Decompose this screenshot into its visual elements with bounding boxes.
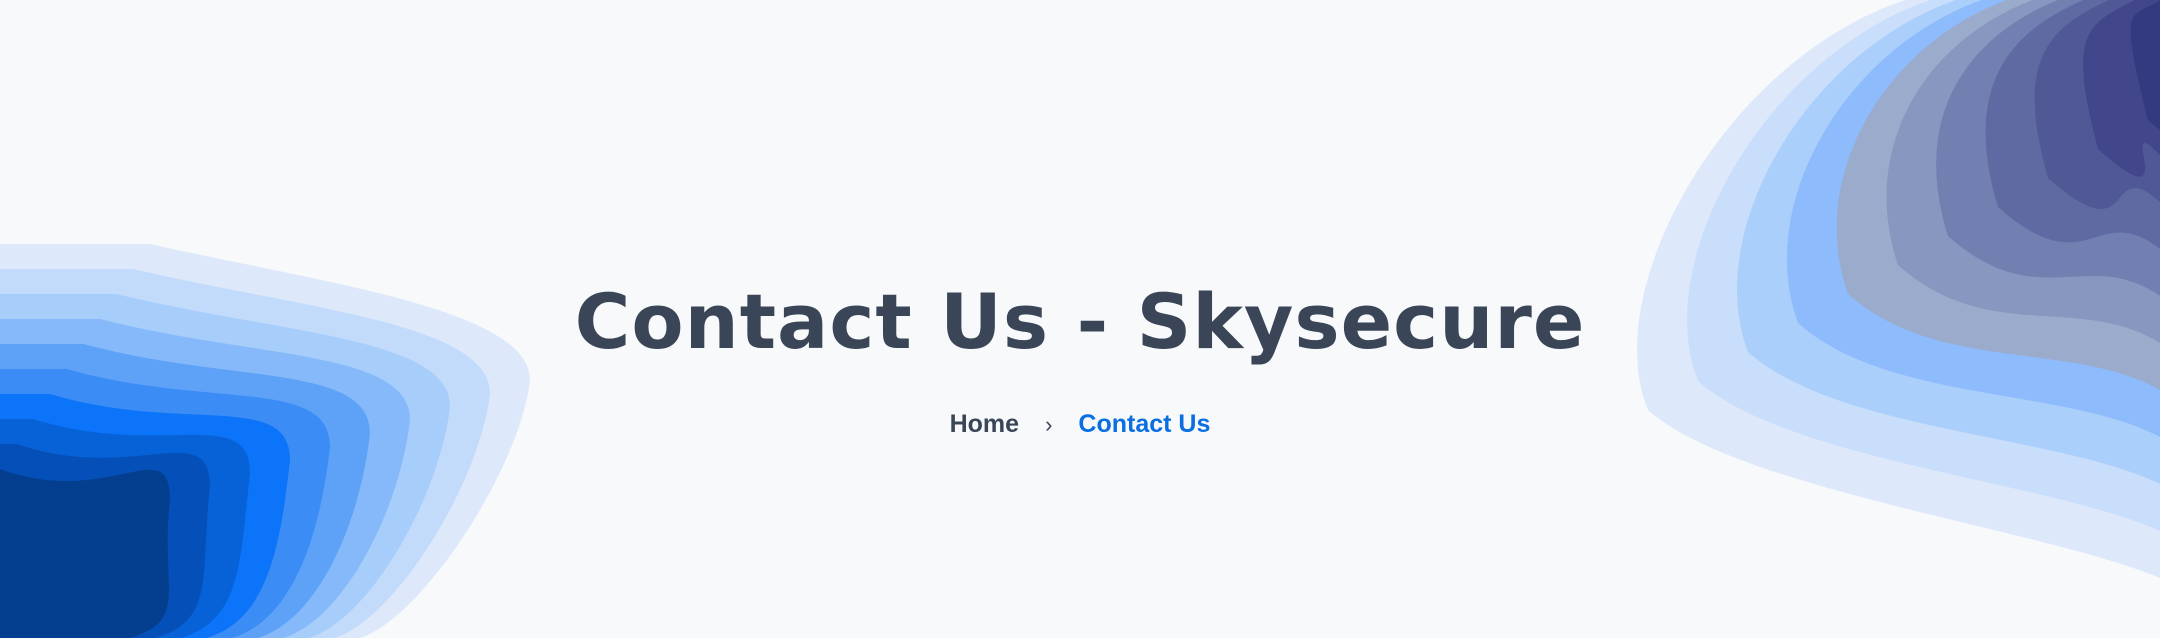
breadcrumb-home-link[interactable]: Home bbox=[950, 410, 1019, 439]
page-header-banner: Contact Us - Skysecure Home › Contact Us bbox=[0, 0, 2160, 638]
breadcrumb: Home › Contact Us bbox=[0, 410, 2160, 439]
header-content: Contact Us - Skysecure Home › Contact Us bbox=[0, 262, 2160, 439]
wave-band bbox=[0, 469, 170, 638]
breadcrumb-current-page: Contact Us bbox=[1078, 410, 1211, 438]
page-title: Contact Us - Skysecure bbox=[574, 277, 1586, 366]
chevron-right-icon: › bbox=[1045, 411, 1053, 437]
